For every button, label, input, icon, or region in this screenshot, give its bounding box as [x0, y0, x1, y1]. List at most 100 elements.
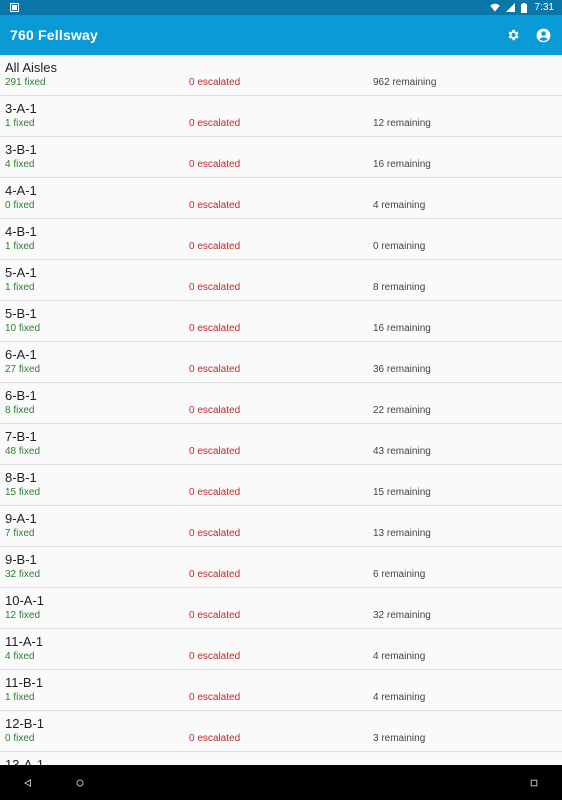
aisle-row[interactable]: 7-B-1 48 fixed 0 escalated 43 remaining	[0, 424, 562, 465]
aisle-name: 4-B-1	[5, 224, 37, 239]
aisle-stats: 10 fixed 0 escalated 16 remaining	[5, 323, 557, 337]
fixed-count: 4 fixed	[5, 651, 35, 662]
escalated-count: 0 escalated	[189, 651, 241, 662]
aisle-stats: 48 fixed 0 escalated 43 remaining	[5, 446, 557, 460]
battery-icon	[520, 2, 527, 13]
aisle-name: 9-A-1	[5, 511, 37, 526]
aisle-row[interactable]: 9-B-1 32 fixed 0 escalated 6 remaining	[0, 547, 562, 588]
escalated-count: 0 escalated	[189, 405, 241, 416]
aisle-row[interactable]: 11-A-1 4 fixed 0 escalated 4 remaining	[0, 629, 562, 670]
escalated-count: 0 escalated	[189, 610, 241, 621]
page-title: 760 Fellsway	[10, 27, 99, 43]
escalated-count: 0 escalated	[189, 159, 241, 170]
aisle-stats: 1 fixed 0 escalated 12 remaining	[5, 118, 557, 132]
home-circle-icon	[76, 779, 84, 786]
status-bar: 7:31	[0, 0, 562, 15]
fixed-count: 7 fixed	[5, 528, 35, 539]
escalated-count: 0 escalated	[189, 487, 241, 498]
remaining-count: 32 remaining	[373, 610, 431, 621]
escalated-count: 0 escalated	[189, 446, 241, 457]
home-button[interactable]	[74, 777, 86, 789]
fixed-count: 15 fixed	[5, 487, 41, 498]
fixed-count: 4 fixed	[5, 159, 35, 170]
escalated-count: 0 escalated	[189, 241, 241, 252]
fixed-count: 8 fixed	[5, 405, 35, 416]
remaining-count: 8 remaining	[373, 282, 426, 293]
aisle-row[interactable]: 12-B-1 0 fixed 0 escalated 3 remaining	[0, 711, 562, 752]
remaining-count: 962 remaining	[373, 77, 437, 88]
aisle-name: 3-B-1	[5, 142, 37, 157]
recents-button[interactable]	[528, 777, 540, 789]
remaining-count: 22 remaining	[373, 405, 431, 416]
remaining-count: 4 remaining	[373, 651, 426, 662]
aisle-stats: 291 fixed 0 escalated 962 remaining	[5, 77, 557, 91]
aisle-stats: 7 fixed 0 escalated 13 remaining	[5, 528, 557, 542]
aisle-name: 12-B-1	[5, 716, 45, 731]
aisle-row[interactable]: 5-A-1 1 fixed 0 escalated 8 remaining	[0, 260, 562, 301]
remaining-count: 3 remaining	[373, 733, 426, 744]
remaining-count: 36 remaining	[373, 364, 431, 375]
escalated-count: 0 escalated	[189, 733, 241, 744]
fixed-count: 12 fixed	[5, 610, 41, 621]
aisle-row[interactable]: 6-A-1 27 fixed 0 escalated 36 remaining	[0, 342, 562, 383]
escalated-count: 0 escalated	[189, 692, 241, 703]
escalated-count: 0 escalated	[189, 282, 241, 293]
aisle-name: 6-A-1	[5, 347, 37, 362]
aisle-name: 4-A-1	[5, 183, 37, 198]
account-circle-icon	[536, 28, 550, 42]
fixed-count: 1 fixed	[5, 118, 35, 129]
remaining-count: 12 remaining	[373, 118, 431, 129]
account-button[interactable]	[534, 26, 552, 44]
aisle-stats: 1 fixed 0 escalated 0 remaining	[5, 241, 557, 255]
aisle-list: All Aisles 291 fixed 0 escalated 962 remain…	[0, 55, 562, 765]
fixed-count: 0 fixed	[5, 200, 35, 211]
escalated-count: 0 escalated	[189, 118, 241, 129]
aisle-stats: 4 fixed 0 escalated 4 remaining	[5, 651, 557, 665]
remaining-count: 16 remaining	[373, 159, 431, 170]
back-button[interactable]	[22, 777, 34, 789]
aisle-stats: 1 fixed 0 escalated 8 remaining	[5, 282, 557, 296]
back-triangle-icon	[24, 778, 31, 787]
aisle-row[interactable]: 3-B-1 4 fixed 0 escalated 16 remaining	[0, 137, 562, 178]
aisle-stats: 32 fixed 0 escalated 6 remaining	[5, 569, 557, 583]
remaining-count: 6 remaining	[373, 569, 426, 580]
aisle-stats: 12 fixed 0 escalated 32 remaining	[5, 610, 557, 624]
aisle-name: 8-B-1	[5, 470, 37, 485]
escalated-count: 0 escalated	[189, 77, 241, 88]
aisle-row[interactable]: 10-A-1 12 fixed 0 escalated 32 remaining	[0, 588, 562, 629]
fixed-count: 291 fixed	[5, 77, 46, 88]
aisle-name: 9-B-1	[5, 552, 37, 567]
aisle-name: 5-A-1	[5, 265, 37, 280]
aisle-name: 6-B-1	[5, 388, 37, 403]
aisle-stats: 4 fixed 0 escalated 16 remaining	[5, 159, 557, 173]
aisle-name: 3-A-1	[5, 101, 37, 116]
fixed-count: 1 fixed	[5, 692, 35, 703]
gear-icon	[508, 29, 519, 41]
app-actions	[504, 26, 552, 44]
aisle-row[interactable]: 6-B-1 8 fixed 0 escalated 22 remaining	[0, 383, 562, 424]
aisle-stats: 0 fixed 0 escalated 3 remaining	[5, 733, 557, 747]
escalated-count: 0 escalated	[189, 569, 241, 580]
fixed-count: 10 fixed	[5, 323, 41, 334]
escalated-count: 0 escalated	[189, 364, 241, 375]
fixed-count: 0 fixed	[5, 733, 35, 744]
aisle-stats: 8 fixed 0 escalated 22 remaining	[5, 405, 557, 419]
aisle-stats: 0 fixed 0 escalated 4 remaining	[5, 200, 557, 214]
escalated-count: 0 escalated	[189, 528, 241, 539]
aisle-row[interactable]: 9-A-1 7 fixed 0 escalated 13 remaining	[0, 506, 562, 547]
cell-signal-icon	[505, 3, 515, 12]
app-bar: 760 Fellsway	[0, 15, 562, 55]
aisle-name: 11-A-1	[5, 634, 44, 649]
settings-button[interactable]	[504, 26, 522, 44]
aisle-row[interactable]: 4-B-1 1 fixed 0 escalated 0 remaining	[0, 219, 562, 260]
aisle-row[interactable]: 11-B-1 1 fixed 0 escalated 4 remaining	[0, 670, 562, 711]
aisle-row[interactable]: 5-B-1 10 fixed 0 escalated 16 remaining	[0, 301, 562, 342]
aisle-row[interactable]: 8-B-1 15 fixed 0 escalated 15 remaining	[0, 465, 562, 506]
aisle-stats: 1 fixed 0 escalated 4 remaining	[5, 692, 557, 706]
aisle-row[interactable]: 3-A-1 1 fixed 0 escalated 12 remaining	[0, 96, 562, 137]
aisle-row[interactable]: 4-A-1 0 fixed 0 escalated 4 remaining	[0, 178, 562, 219]
remaining-count: 0 remaining	[373, 241, 426, 252]
aisle-row[interactable]: 13-A-1	[0, 752, 562, 765]
aisle-row[interactable]: All Aisles 291 fixed 0 escalated 962 remain…	[0, 55, 562, 96]
nav-left	[22, 777, 86, 789]
